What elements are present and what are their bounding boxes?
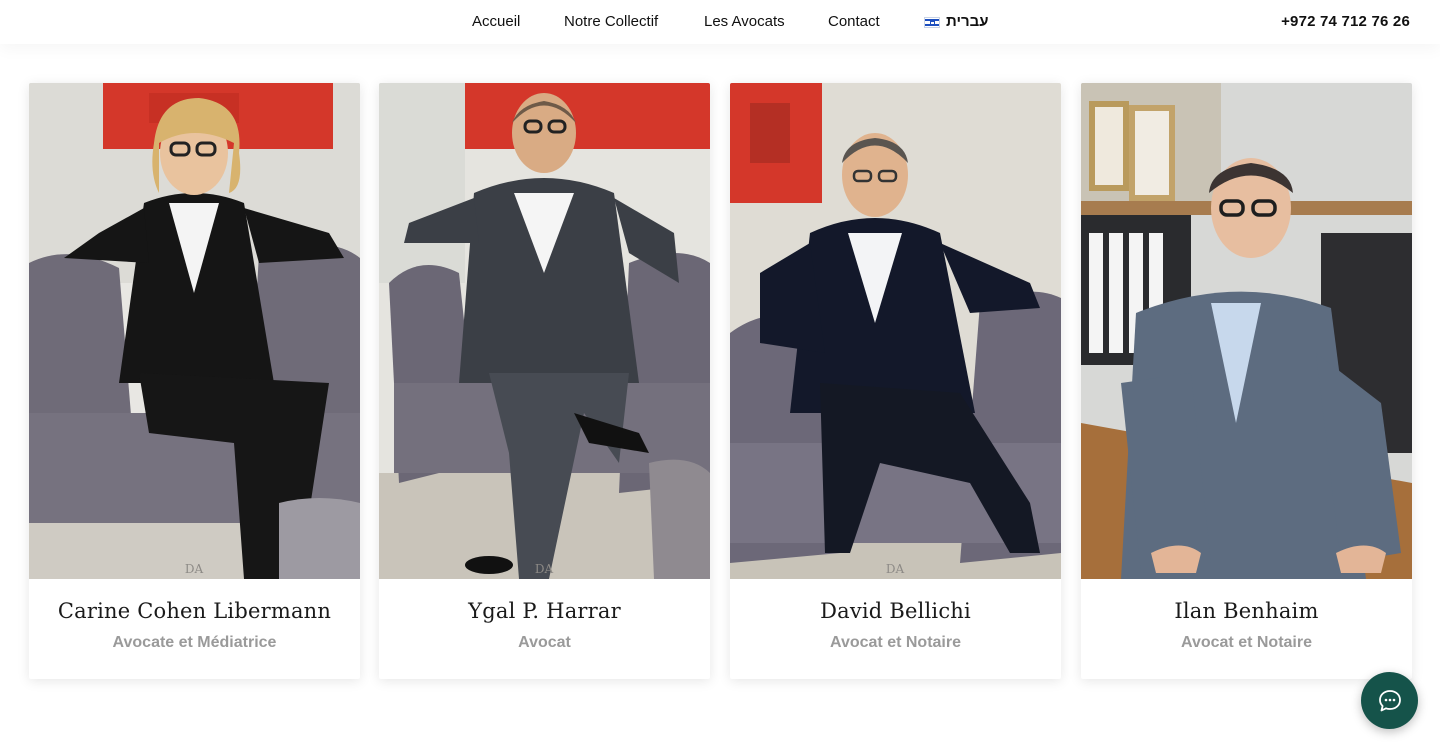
phone-link[interactable]: +972 74 712 76 26 <box>1281 12 1410 32</box>
language-label: עברית <box>946 13 989 30</box>
lawyer-card[interactable]: DA Ygal P. Harrar Avocat <box>379 83 710 679</box>
nav-les-avocats[interactable]: Les Avocats <box>704 12 785 32</box>
photo-watermark: DA <box>886 562 905 576</box>
lawyer-photo-image: DA <box>379 83 710 579</box>
lawyer-info: Ygal P. Harrar Avocat <box>379 579 710 679</box>
lawyer-name: Carine Cohen Libermann <box>57 599 332 623</box>
lawyer-name: David Bellichi <box>820 599 971 623</box>
lawyer-title: Avocat et Notaire <box>1181 634 1312 651</box>
nav-contact[interactable]: Contact <box>828 12 880 32</box>
lawyer-photo <box>1081 83 1412 579</box>
site-header: Accueil Notre Collectif Les Avocats Cont… <box>0 0 1440 44</box>
lawyer-photo-image <box>1081 83 1412 579</box>
lawyer-title: Avocat <box>518 634 571 651</box>
main-nav: Accueil Notre Collectif Les Avocats Cont… <box>0 12 1440 32</box>
lawyer-card[interactable]: Ilan Benhaim Avocat et Notaire <box>1081 83 1412 679</box>
lawyer-title: Avocate et Médiatrice <box>112 634 277 651</box>
lawyer-card[interactable]: DA Carine Cohen Libermann Avocate et Méd… <box>29 83 360 679</box>
lawyer-info: David Bellichi Avocat et Notaire <box>730 579 1061 679</box>
lawyer-photo-image: DA <box>29 83 360 579</box>
lawyer-card[interactable]: DA David Bellichi Avocat et Notaire <box>730 83 1061 679</box>
lawyer-info: Carine Cohen Libermann Avocate et Médiat… <box>29 579 360 679</box>
israel-flag-icon <box>924 16 940 28</box>
lawyer-title: Avocat et Notaire <box>830 634 961 651</box>
photo-watermark: DA <box>185 562 204 576</box>
chat-bubble-icon <box>1378 689 1401 711</box>
lawyer-photo-image: DA <box>730 83 1061 579</box>
nav-notre-collectif[interactable]: Notre Collectif <box>564 12 658 32</box>
lawyer-photo: DA <box>379 83 710 579</box>
nav-accueil[interactable]: Accueil <box>472 12 520 32</box>
lawyer-name: Ilan Benhaim <box>1174 599 1319 623</box>
lawyer-photo: DA <box>29 83 360 579</box>
lawyers-grid: DA Carine Cohen Libermann Avocate et Méd… <box>29 83 1413 679</box>
lawyer-photo: DA <box>730 83 1061 579</box>
lawyer-info: Ilan Benhaim Avocat et Notaire <box>1081 579 1412 679</box>
lawyer-name: Ygal P. Harrar <box>468 599 621 623</box>
chat-button[interactable] <box>1361 672 1418 729</box>
language-switcher[interactable]: עברית <box>924 12 989 32</box>
photo-watermark: DA <box>535 562 554 576</box>
